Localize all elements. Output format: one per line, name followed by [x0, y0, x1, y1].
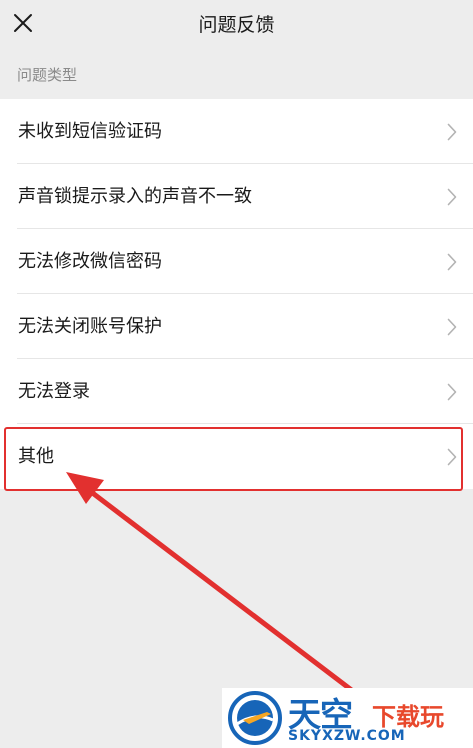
list-item-label: 无法关闭账号保护	[18, 316, 162, 337]
list-item-other[interactable]: 其他	[0, 424, 473, 489]
chevron-right-icon	[447, 383, 457, 401]
watermark-brand-sub: 下载玩	[372, 703, 444, 731]
list-item-label: 其他	[18, 446, 54, 467]
problem-type-list: 未收到短信验证码 声音锁提示录入的声音不一致 无法修改微信密码 无法关闭账号保护…	[0, 99, 473, 489]
list-item-label: 无法登录	[18, 381, 90, 402]
plane-logo-icon	[228, 691, 282, 745]
list-item-label: 无法修改微信密码	[18, 251, 162, 272]
close-icon	[14, 14, 32, 32]
chevron-right-icon	[447, 448, 457, 466]
list-item-change-password[interactable]: 无法修改微信密码	[0, 229, 473, 294]
list-item-account-protection[interactable]: 无法关闭账号保护	[0, 294, 473, 359]
nav-bar: 问题反馈	[0, 0, 473, 50]
list-item-label: 未收到短信验证码	[18, 121, 162, 142]
close-button[interactable]	[6, 6, 40, 40]
page-title: 问题反馈	[198, 14, 275, 36]
chevron-right-icon	[447, 253, 457, 271]
chevron-right-icon	[447, 188, 457, 206]
list-item-label: 声音锁提示录入的声音不一致	[18, 186, 252, 207]
chevron-right-icon	[447, 318, 457, 336]
list-item-cannot-login[interactable]: 无法登录	[0, 359, 473, 424]
list-item-voice-lock[interactable]: 声音锁提示录入的声音不一致	[0, 164, 473, 229]
watermark: 天空 下载玩 SKYXZW.COM	[222, 688, 473, 748]
watermark-url: SKYXZW.COM	[288, 728, 406, 744]
list-item-sms-code[interactable]: 未收到短信验证码	[0, 99, 473, 164]
section-label: 问题类型	[17, 66, 78, 84]
chevron-right-icon	[447, 123, 457, 141]
